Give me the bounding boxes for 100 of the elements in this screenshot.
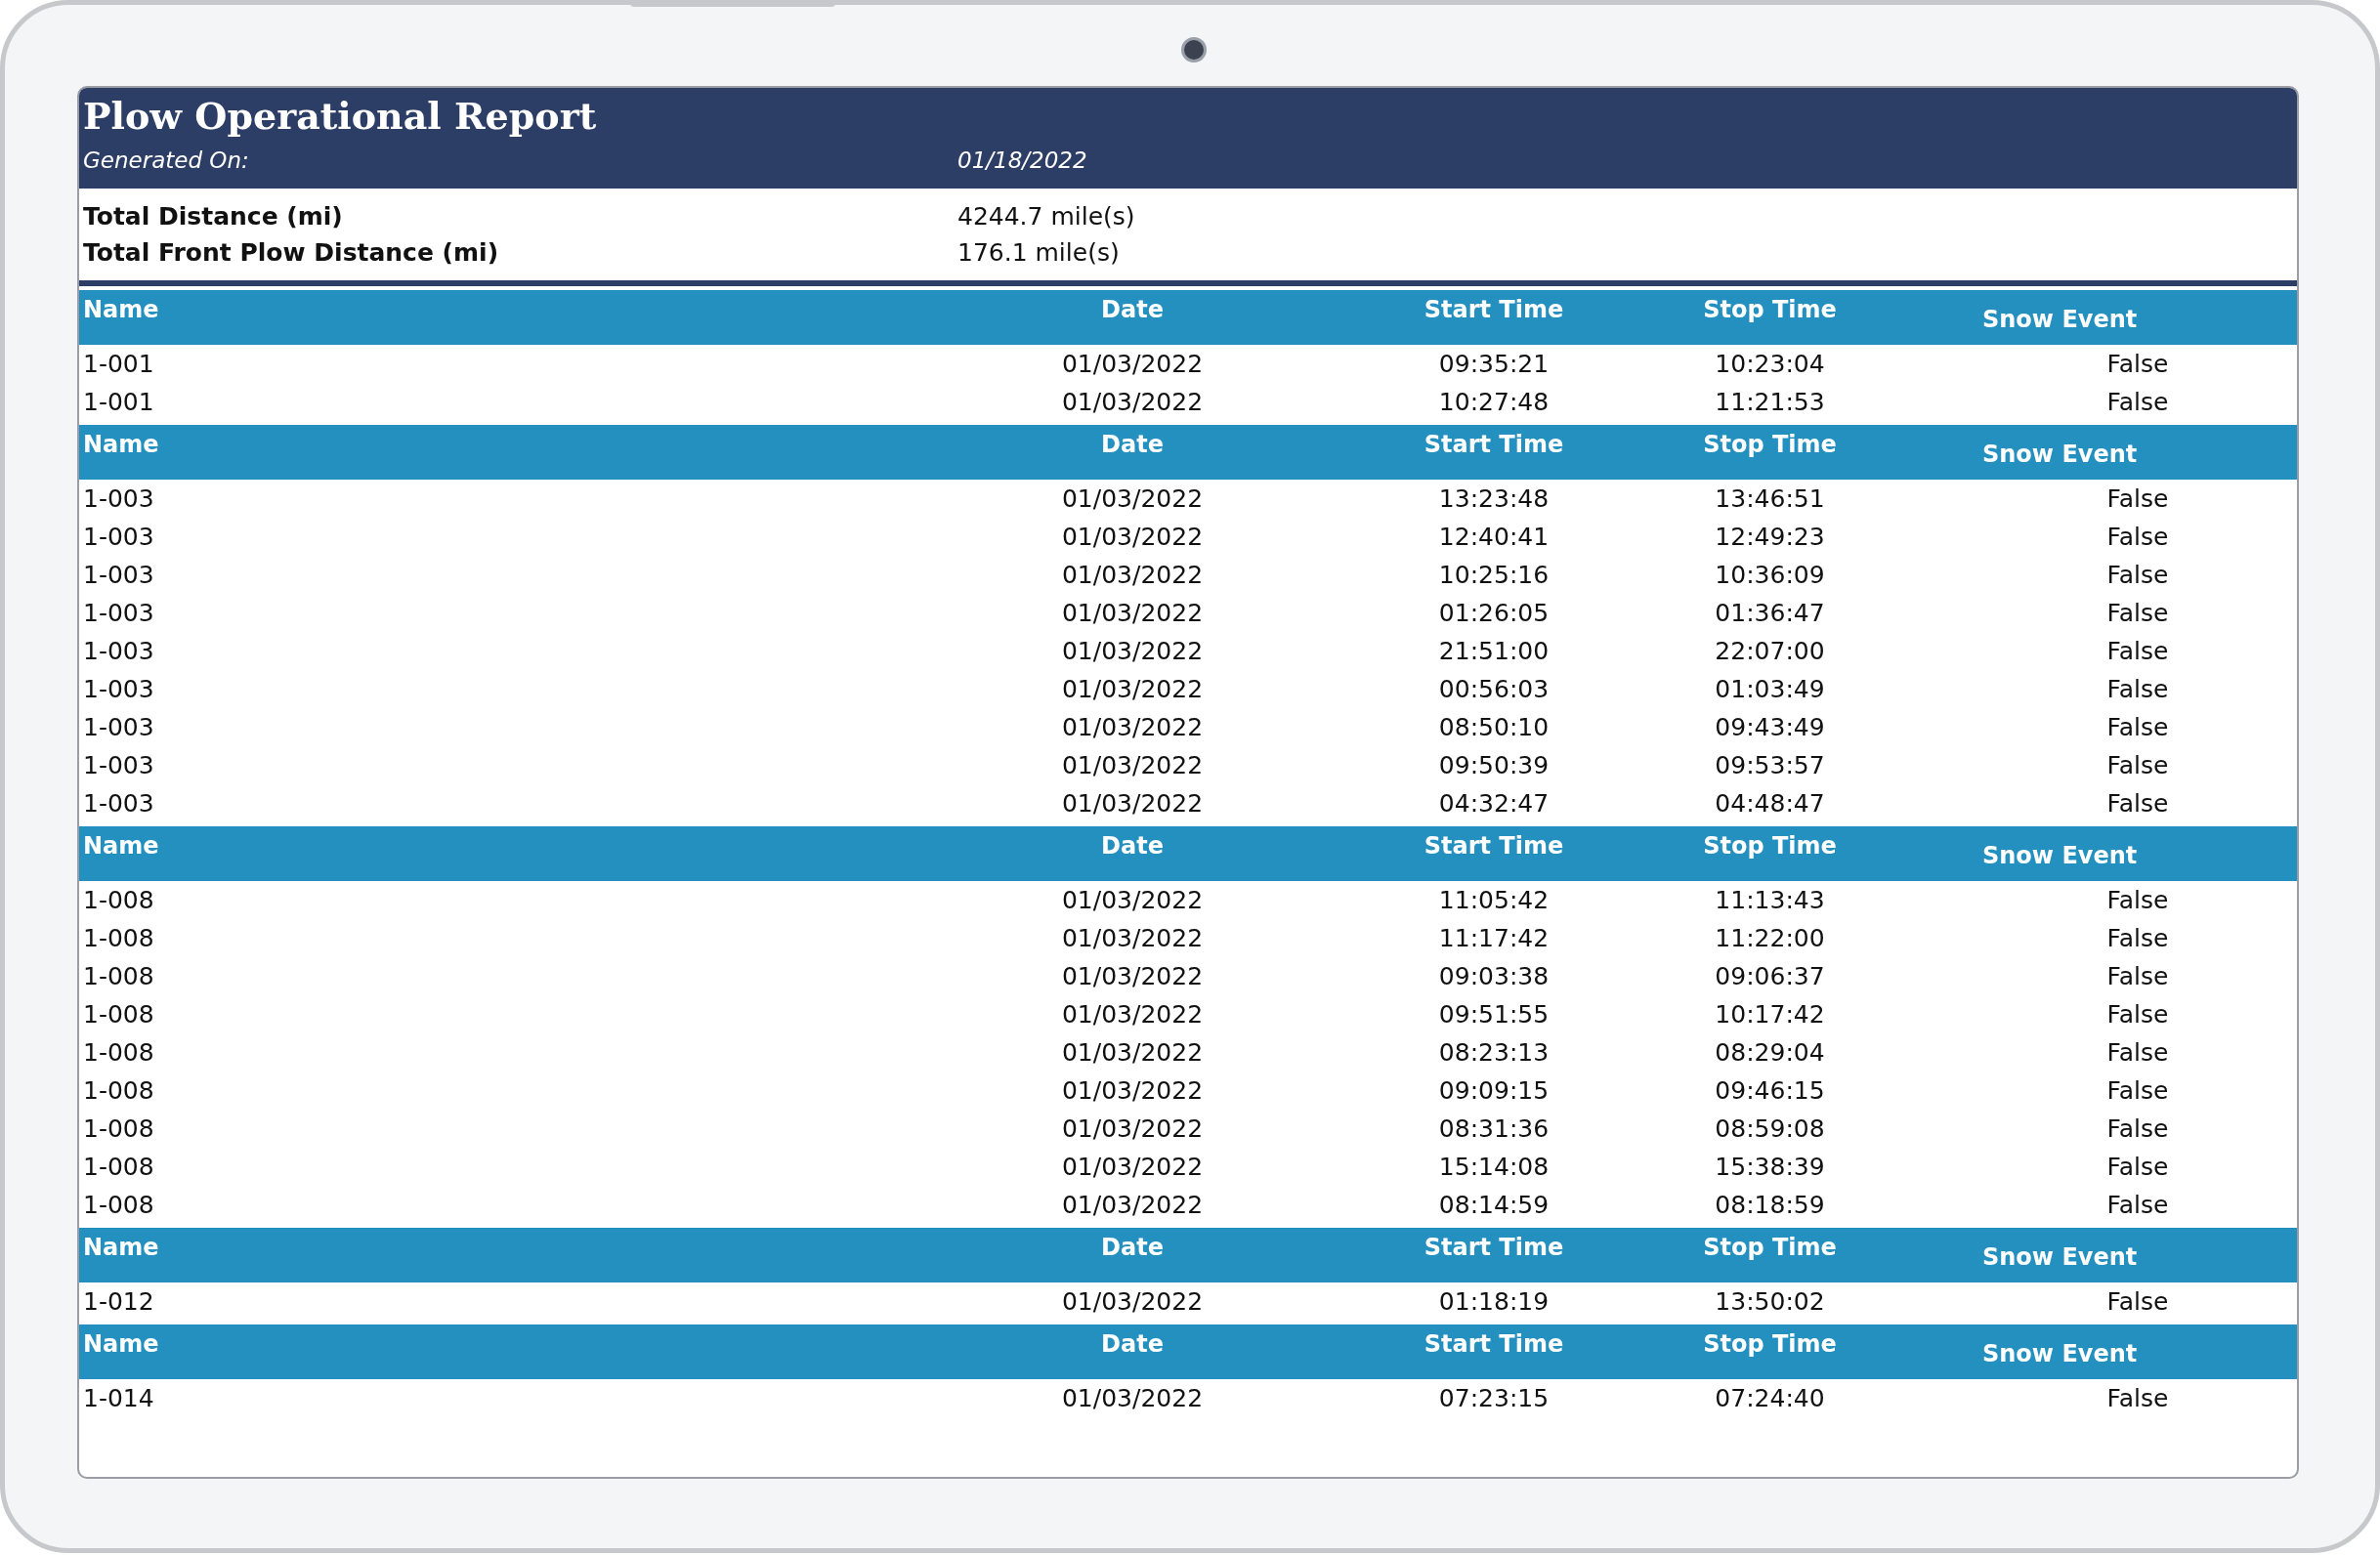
table-cell-text: 07:23:15 <box>1437 1383 1551 1414</box>
table-cell-text: False <box>2105 750 2170 781</box>
column-header: Start Time <box>1333 1228 1655 1282</box>
table-cell-text: 01/03/2022 <box>1060 750 1205 781</box>
column-header: Name <box>79 425 932 480</box>
column-header: Date <box>932 1324 1333 1379</box>
table-cell-text: 1-003 <box>82 483 155 515</box>
table-cell-text: False <box>2105 483 2170 515</box>
table-cell-text: 1-014 <box>82 1383 155 1414</box>
table-cell-text: 11:22:00 <box>1714 923 1826 954</box>
column-header: Name <box>79 1324 932 1379</box>
column-header: Stop Time <box>1655 425 1885 480</box>
table-cell-text: 11:17:42 <box>1437 923 1551 954</box>
column-header: Start Time <box>1333 290 1655 345</box>
summary-label: Total Distance (mi) <box>83 202 344 231</box>
table-cell-text: 10:17:42 <box>1714 999 1826 1030</box>
table-cell-text: 08:31:36 <box>1437 1114 1551 1145</box>
table-cell-text: False <box>2105 674 2170 705</box>
table-cell-text: 08:18:59 <box>1714 1190 1826 1221</box>
table-cell-text: 04:32:47 <box>1437 788 1551 820</box>
table-cell-text: False <box>2105 712 2170 743</box>
table-cell-text: 09:06:37 <box>1714 961 1826 992</box>
table-cell-text: 08:59:08 <box>1714 1114 1826 1145</box>
table-cell-text: 1-008 <box>82 1075 155 1107</box>
table-cell-text: 1-003 <box>82 788 155 820</box>
table-cell-text: 01/03/2022 <box>1060 1037 1205 1069</box>
table-cell-text: 11:05:42 <box>1437 885 1551 916</box>
table-cell-text: 1-008 <box>82 961 155 992</box>
table-cell-text: 1-003 <box>82 598 155 629</box>
table-cell-text: False <box>2105 560 2170 591</box>
column-header: Start Time <box>1333 826 1655 881</box>
table-cell-text: 01/03/2022 <box>1060 674 1205 705</box>
table-cell-text: 01/03/2022 <box>1060 923 1205 954</box>
table-cell-text: 1-003 <box>82 750 155 781</box>
table-cell-text: 1-008 <box>82 1190 155 1221</box>
table-cell-text: 1-001 <box>82 349 155 380</box>
table-cell-text: False <box>2105 1075 2170 1107</box>
table-cell-text: 01/03/2022 <box>1060 636 1205 667</box>
column-header: Date <box>932 290 1333 345</box>
table-cell-text: False <box>2105 1383 2170 1414</box>
table-cell-text: False <box>2105 349 2170 380</box>
table-cell-text: 08:23:13 <box>1437 1037 1551 1069</box>
table-cell-text: False <box>2105 598 2170 629</box>
table-cell-text: 15:14:08 <box>1437 1152 1551 1183</box>
table-cell-text: 1-001 <box>82 387 155 418</box>
summary-label: Total Front Plow Distance (mi) <box>83 238 500 267</box>
table-cell-text: 01/03/2022 <box>1060 1152 1205 1183</box>
table-cell-text: 01/03/2022 <box>1060 598 1205 629</box>
column-header: Start Time <box>1333 425 1655 480</box>
table-cell-text: 01/03/2022 <box>1060 387 1205 418</box>
table-cell-text: 1-003 <box>82 522 155 553</box>
table-cell-text: False <box>2105 961 2170 992</box>
table-cell-text: 01/03/2022 <box>1060 349 1205 380</box>
table-cell-text: 01/03/2022 <box>1060 885 1205 916</box>
table-cell-text: 11:13:43 <box>1714 885 1826 916</box>
column-header: Snow Event <box>1885 425 2297 480</box>
table-cell-text: 11:21:53 <box>1714 387 1826 418</box>
column-header: Start Time <box>1333 1324 1655 1379</box>
table-cell-text: False <box>2105 885 2170 916</box>
table-cell-text: 01/03/2022 <box>1060 712 1205 743</box>
table-cell-text: 09:50:39 <box>1437 750 1551 781</box>
table-cell-text: 09:43:49 <box>1714 712 1826 743</box>
column-header: Date <box>932 425 1333 480</box>
table-cell-text: 1-012 <box>82 1286 155 1318</box>
table-cell-text: 13:23:48 <box>1437 483 1551 515</box>
table-cell-text: 10:27:48 <box>1437 387 1551 418</box>
table-cell-text: 1-003 <box>82 674 155 705</box>
table-cell-text: 01/03/2022 <box>1060 483 1205 515</box>
table-cell-text: 01:36:47 <box>1714 598 1826 629</box>
table-cell-text: 01:18:19 <box>1437 1286 1551 1318</box>
table-cell-text: 21:51:00 <box>1437 636 1551 667</box>
table-cell-text: 10:23:04 <box>1714 349 1826 380</box>
summary-value: 176.1 mile(s) <box>957 238 1121 267</box>
table-cell-text: 09:35:21 <box>1437 349 1551 380</box>
column-header: Stop Time <box>1655 1324 1885 1379</box>
table-cell-text: False <box>2105 1190 2170 1221</box>
table-cell-text: 1-008 <box>82 885 155 916</box>
table-cell-text: 01/03/2022 <box>1060 560 1205 591</box>
table-cell-text: 08:50:10 <box>1437 712 1551 743</box>
table-cell-text: 10:25:16 <box>1437 560 1551 591</box>
column-header: Snow Event <box>1885 826 2297 881</box>
table-cell-text: 01/03/2022 <box>1060 1190 1205 1221</box>
column-header: Stop Time <box>1655 826 1885 881</box>
table-cell-text: 01/03/2022 <box>1060 961 1205 992</box>
table-cell-text: 01/03/2022 <box>1060 522 1205 553</box>
table-cell-text: 10:36:09 <box>1714 560 1826 591</box>
column-header: Snow Event <box>1885 290 2297 345</box>
table-cell-text: False <box>2105 1114 2170 1145</box>
table-cell-text: 08:29:04 <box>1714 1037 1826 1069</box>
column-header: Snow Event <box>1885 1324 2297 1379</box>
table-cell-text: False <box>2105 387 2170 418</box>
table-cell-text: 01:03:49 <box>1714 674 1826 705</box>
table-cell-text: 09:09:15 <box>1437 1075 1551 1107</box>
table-cell-text: False <box>2105 636 2170 667</box>
table-cell-text: 12:40:41 <box>1437 522 1551 553</box>
table-cell-text: 09:46:15 <box>1714 1075 1826 1107</box>
table-cell-text: 12:49:23 <box>1714 522 1826 553</box>
table-cell-text: 01/03/2022 <box>1060 1383 1205 1414</box>
column-header: Date <box>932 826 1333 881</box>
table-cell-text: 00:56:03 <box>1437 674 1551 705</box>
